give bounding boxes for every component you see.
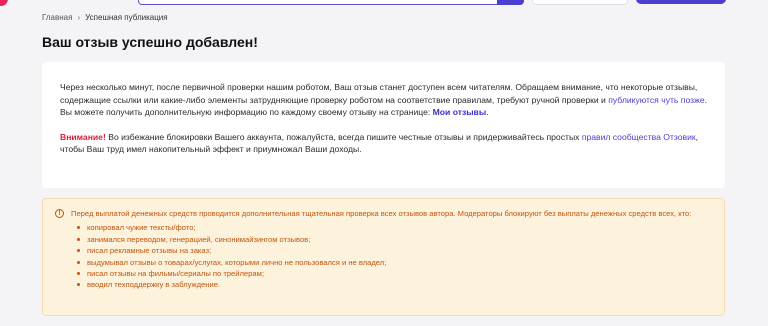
list-item: копировал чужие тексты/фото;	[77, 222, 712, 233]
page-title: Ваш отзыв успешно добавлен!	[42, 34, 258, 50]
list-item: писал отзывы на фильмы/сериалы по трейле…	[77, 268, 712, 279]
breadcrumb-current: Успешная публикация	[85, 13, 168, 22]
header-action-button[interactable]	[636, 0, 726, 4]
warning-text: Во избежание блокировки Вашего аккаунта,…	[105, 131, 582, 142]
header-select[interactable]	[532, 0, 628, 5]
info-text: Через несколько минут, после первичной п…	[60, 82, 698, 105]
warning-paragraph: Внимание! Во избежание блокировки Вашего…	[60, 131, 707, 156]
breadcrumb: Главная › Успешная публикация	[42, 13, 168, 22]
info-card: Через несколько минут, после первичной п…	[42, 62, 725, 188]
list-item: вводил техподдержку в заблуждение.	[77, 279, 712, 290]
list-item: выдумывал отзывы о товарах/услугах, кото…	[77, 257, 712, 268]
notice-intro: Перед выплатой денежных средств проводит…	[71, 209, 692, 218]
search-input[interactable]	[138, 0, 500, 5]
search-button[interactable]	[497, 0, 524, 5]
violation-list: копировал чужие тексты/фото; занимался п…	[77, 222, 712, 290]
warning-label: Внимание!	[60, 131, 106, 142]
payout-notice: ! Перед выплатой денежных средств провод…	[42, 198, 725, 316]
site-logo[interactable]	[0, 0, 8, 6]
info-text: .	[486, 107, 489, 117]
community-rules-link[interactable]: правил сообщества Отзовик	[582, 132, 696, 142]
info-paragraph: Через несколько минут, после первичной п…	[60, 81, 707, 119]
my-reviews-link[interactable]: Мои отзывы	[433, 107, 487, 117]
list-item: занимался переводом, генерацией, синоним…	[77, 234, 712, 245]
info-circle-icon: !	[55, 209, 64, 218]
breadcrumb-separator-icon: ›	[77, 13, 81, 22]
list-item: писал рекламные отзывы на заказ;	[77, 245, 712, 256]
published-later-link[interactable]: публикуются чуть позже	[608, 95, 704, 105]
breadcrumb-home-link[interactable]: Главная	[42, 13, 72, 22]
